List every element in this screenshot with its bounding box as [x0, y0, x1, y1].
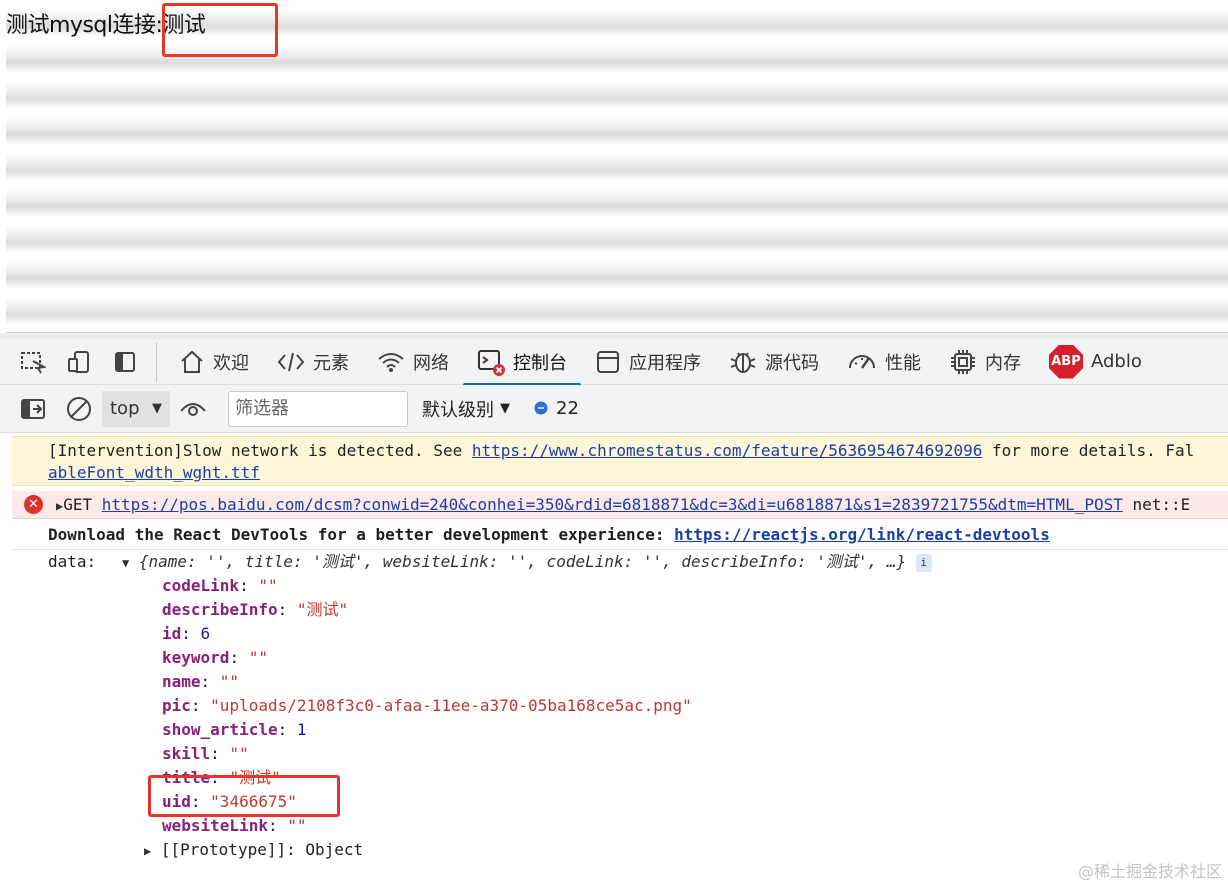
info-icon[interactable]: i: [915, 553, 932, 572]
property-value: "": [248, 648, 268, 667]
property-value: "uploads/2108f3c0-afaa-11ee-a370-05ba168…: [210, 696, 692, 715]
chromestatus-link[interactable]: https://www.chromestatus.com/feature/563…: [472, 441, 983, 460]
tab-label: 性能: [885, 352, 921, 374]
tab-label: 内存: [985, 352, 1021, 374]
property-value: "": [287, 816, 307, 835]
console-info-message: Download the React DevTools for a better…: [12, 520, 1228, 550]
property-key: skill: [162, 744, 211, 763]
object-property-row: codeLink: "": [162, 576, 278, 595]
error-url-link[interactable]: https://pos.baidu.com/dcsm?conwid=240&co…: [102, 495, 1123, 514]
property-key: name: [162, 672, 201, 691]
toolbar-divider: [156, 341, 157, 382]
console-output: [Intervention]Slow network is detected. …: [0, 434, 1228, 886]
tab-memory[interactable]: 内存: [935, 339, 1035, 385]
performance-icon: [847, 350, 877, 374]
property-value: 6: [200, 624, 211, 643]
error-icon: ✕: [24, 495, 43, 514]
abp-logo-text: ABP: [1049, 344, 1083, 379]
property-value: "": [229, 744, 249, 763]
tab-label: 源代码: [765, 352, 819, 374]
clear-console-icon[interactable]: [56, 386, 102, 432]
console-warning-message: [Intervention]Slow network is detected. …: [12, 436, 1228, 486]
tab-console[interactable]: 控制台: [463, 339, 581, 387]
memory-chip-icon: [949, 348, 977, 376]
property-value: 1: [296, 720, 307, 739]
object-property-row: name: "": [162, 672, 240, 691]
message-count: 22: [556, 398, 579, 419]
chevron-down-icon: ▼: [500, 401, 510, 416]
eye-icon[interactable]: [170, 386, 216, 432]
tab-elements[interactable]: 元素: [263, 339, 363, 385]
collapse-triangle-icon[interactable]: ▼: [122, 552, 129, 574]
application-icon: [595, 350, 621, 374]
object-property-row: id: 6: [162, 624, 211, 643]
inspect-element-icon[interactable]: [10, 339, 56, 385]
property-key: show_article: [162, 720, 278, 739]
prototype-entry[interactable]: [[Prototype]]: Object: [161, 840, 363, 859]
expand-triangle-icon[interactable]: ▶: [144, 840, 151, 862]
sidebar-toggle-icon[interactable]: [10, 386, 56, 432]
console-error-message: ✕ ▶GET https://pos.baidu.com/dcsm?conwid…: [12, 491, 1228, 519]
highlight-box-page-value: [162, 3, 278, 57]
tab-application[interactable]: 应用程序: [581, 339, 715, 385]
object-property-row: keyword: "": [162, 648, 268, 667]
abp-icon: ABP: [1049, 344, 1083, 379]
tab-label: 网络: [413, 352, 449, 374]
device-emulation-icon[interactable]: [56, 339, 102, 385]
tab-welcome[interactable]: 欢迎: [165, 339, 263, 385]
log-levels-dropdown[interactable]: 默认级别 ▼: [422, 396, 510, 422]
property-key: keyword: [162, 648, 230, 667]
object-label: data:: [48, 552, 97, 571]
error-suffix: net::E: [1132, 495, 1191, 514]
warning-suffix: for more details. Fal: [982, 441, 1195, 460]
tab-label: 元素: [313, 352, 349, 374]
chevron-down-icon: ▼: [152, 401, 162, 416]
tab-label: 欢迎: [213, 352, 249, 374]
property-key: websiteLink: [162, 816, 268, 835]
property-key: id: [162, 624, 182, 643]
tab-sources[interactable]: 源代码: [715, 339, 833, 385]
property-value: "": [219, 672, 240, 691]
filter-input[interactable]: [228, 390, 408, 427]
tab-label: 控制台: [513, 352, 567, 374]
font-file-link[interactable]: ableFont_wdth_wght.ttf: [48, 463, 260, 482]
object-property-row: show_article: 1: [162, 720, 307, 739]
context-selector[interactable]: top ▼: [102, 390, 170, 427]
tab-label: 应用程序: [629, 352, 701, 374]
tab-performance[interactable]: 性能: [833, 339, 935, 385]
property-key: describeInfo: [162, 600, 278, 619]
property-value: "测试": [296, 600, 349, 619]
context-value: top: [110, 398, 140, 419]
watermark-text: @稀土掘金技术社区: [1077, 862, 1222, 881]
code-icon: [277, 350, 305, 374]
message-bubble-icon: [534, 401, 548, 414]
object-property-row: describeInfo: "测试": [162, 600, 349, 619]
console-toolbar: top ▼ 默认级别 ▼ 22: [0, 385, 1228, 433]
message-count-button[interactable]: 22: [532, 398, 579, 419]
error-method: GET: [63, 495, 93, 514]
bug-icon: [729, 349, 757, 375]
log-levels-label: 默认级别: [422, 399, 494, 421]
object-preview[interactable]: {name: '', title: '测试', websiteLink: '',…: [139, 552, 906, 571]
property-key: pic: [162, 696, 191, 715]
react-devtools-link[interactable]: https://reactjs.org/link/react-devtools: [674, 525, 1050, 544]
warning-text: [Intervention]Slow network is detected. …: [48, 441, 472, 460]
tab-label: Adblo: [1091, 351, 1142, 372]
info-text: Download the React DevTools for a better…: [48, 525, 675, 544]
devtools-tab-bar: 欢迎 元素 网络 控制台 应用程序 源代码 性能 内存 ABP Adblo: [0, 333, 1228, 387]
tab-network[interactable]: 网络: [363, 339, 463, 385]
highlight-box-title-property: [148, 775, 340, 817]
console-icon: [477, 348, 505, 376]
dock-side-icon[interactable]: [102, 339, 148, 385]
wifi-icon: [377, 350, 405, 374]
object-property-row: pic: "uploads/2108f3c0-afaa-11ee-a370-05…: [162, 696, 692, 715]
property-value: "": [258, 576, 278, 595]
object-property-row: websiteLink: "": [162, 816, 307, 835]
tab-adblock[interactable]: ABP Adblo: [1035, 339, 1142, 385]
console-object-log: data: ▼ {name: '', title: '测试', websiteL…: [12, 551, 1228, 886]
property-key: codeLink: [162, 576, 240, 595]
object-property-row: skill: "": [162, 744, 249, 763]
home-icon: [179, 350, 205, 374]
